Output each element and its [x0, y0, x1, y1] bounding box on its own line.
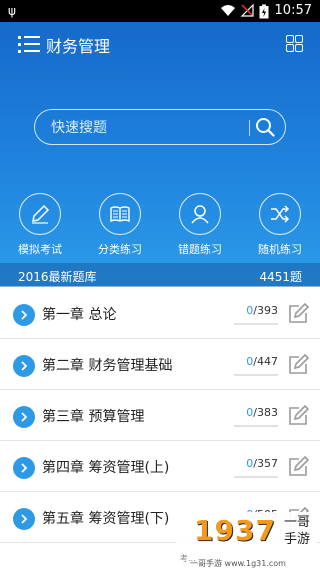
chapter-title: 第一章 总论: [42, 307, 117, 323]
user-icon: [179, 193, 221, 235]
page-title: 财务管理: [46, 37, 111, 56]
progress-bar: [234, 374, 278, 376]
status-bar: ψ 10:57: [0, 0, 320, 22]
random-practice-label: 随机练习: [258, 243, 302, 256]
title-bar: 财务管理: [0, 22, 320, 66]
chapter-title: 第二章 财务管理基础: [42, 358, 173, 374]
watermark-number: 1937: [194, 514, 276, 547]
chapter-title: 第四章 筹资管理(上): [42, 460, 170, 476]
mock-exam-button[interactable]: 模拟考试: [5, 193, 75, 257]
edit-icon[interactable]: [287, 303, 309, 325]
chapter-progress: 0/393: [246, 304, 278, 317]
wrong-question-practice-button[interactable]: 错题练习: [165, 193, 235, 257]
chevron-right-icon: [13, 355, 35, 377]
bottom-hint-text: 考...: [180, 554, 196, 563]
random-practice-button[interactable]: 随机练习: [245, 193, 315, 257]
mock-exam-label: 模拟考试: [18, 243, 62, 256]
chevron-right-icon: [13, 508, 35, 530]
chevron-right-icon: [13, 304, 35, 326]
shuffle-icon: [259, 193, 301, 235]
edit-icon[interactable]: [287, 405, 309, 427]
progress-bar: [234, 476, 278, 478]
list-menu-icon[interactable]: [18, 35, 40, 53]
progress-bar: [234, 425, 278, 427]
question-bank-name: 2016最新题库: [18, 270, 97, 284]
chapter-row[interactable]: 第二章 财务管理基础 0/447: [0, 339, 320, 390]
wifi-icon: [221, 5, 235, 16]
edit-icon[interactable]: [287, 456, 309, 478]
watermark-site: 一哥手游 www.1g31.com: [190, 559, 286, 568]
status-time: 10:57: [274, 3, 312, 18]
chapter-progress: 0/383: [246, 406, 278, 419]
chapter-title: 第五章 筹资管理(下): [42, 511, 170, 527]
wrong-question-practice-label: 错题练习: [178, 243, 222, 256]
watermark-brand: 一哥 手游: [283, 515, 310, 547]
feature-row: 模拟考试 分类练习 错题练习 随机练习: [0, 193, 320, 259]
battery-charging-icon: [259, 4, 269, 19]
search-icon[interactable]: [255, 117, 275, 137]
chapter-progress: 0/447: [246, 355, 278, 368]
question-bank-count: 4451题: [259, 270, 302, 284]
book-icon: [99, 193, 141, 235]
watermark-logo: 1937 一哥 手游 一哥手游 www.1g31.com: [176, 506, 320, 569]
chevron-right-icon: [13, 457, 35, 479]
chapter-row[interactable]: 第四章 筹资管理(上) 0/357: [0, 441, 320, 492]
no-signal-icon: [240, 4, 254, 17]
progress-bar: [234, 323, 278, 325]
usb-icon: ψ: [8, 4, 16, 18]
pencil-icon: [19, 193, 61, 235]
chapter-progress: 0/357: [246, 457, 278, 470]
chapter-row[interactable]: 第三章 预算管理 0/383: [0, 390, 320, 441]
category-practice-button[interactable]: 分类练习: [85, 193, 155, 257]
category-practice-label: 分类练习: [98, 243, 142, 256]
chapter-row[interactable]: 第一章 总论 0/393: [0, 288, 320, 339]
chevron-right-icon: [13, 406, 35, 428]
grid-icon[interactable]: [286, 35, 304, 53]
search-input[interactable]: [49, 118, 243, 138]
search-box: [34, 109, 286, 145]
edit-icon[interactable]: [287, 354, 309, 376]
search-divider: [249, 120, 250, 136]
chapter-list: 第一章 总论 0/393 第二章 财务管理基础 0/447 第三章 预算管理 0…: [0, 288, 320, 543]
question-bank-bar: 2016最新题库 4451题: [0, 263, 320, 287]
chapter-title: 第三章 预算管理: [42, 409, 145, 425]
